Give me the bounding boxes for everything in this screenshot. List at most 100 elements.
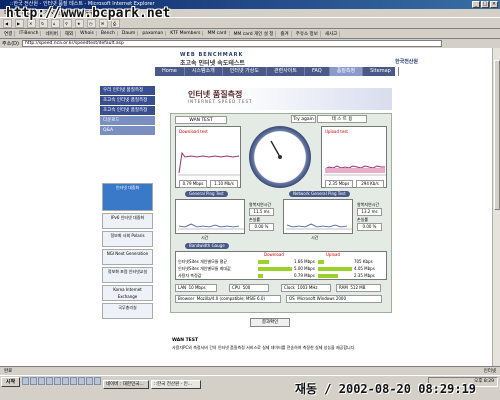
download-line: [178, 151, 240, 176]
loss-value-a: 0.00 %: [249, 223, 274, 231]
bandwidth-row: 인터넷Sites 개인별모듈 평균 1.66 Mbps 705 Kbps: [178, 258, 386, 265]
speed-gauge: [249, 126, 311, 188]
side-ad[interactable]: 국무총리실: [102, 303, 153, 319]
nav-item[interactable]: 시스템소개: [185, 67, 223, 76]
download-bar: [258, 266, 292, 271]
upload-rate: 2.35 Mbps: [325, 180, 353, 188]
side-ad[interactable]: 정보화 사회 Polaris: [102, 231, 153, 247]
result-button[interactable]: 결과확인: [250, 318, 290, 327]
upload-title: Upload test: [325, 129, 348, 134]
test-panel: WAN TEST Try again 테 스 트 용 Download test…: [170, 113, 392, 313]
nav-item[interactable]: 인터넷 가상도: [223, 67, 267, 76]
scrollbar-thumb[interactable]: [494, 60, 500, 210]
side-ad[interactable]: NGI Next Generation: [102, 249, 153, 265]
upload-speed: 294 Kb/s: [356, 180, 384, 188]
tab-wan-test[interactable]: WAN TEST: [175, 116, 227, 124]
download-value: 1.66 Mbps: [293, 259, 315, 264]
link-item[interactable]: 즐겨: [278, 30, 292, 37]
side-ad[interactable]: IPv6 인터넷 대중화: [102, 213, 153, 229]
quick-launch-icon[interactable]: [70, 377, 77, 385]
ping-time-a: 시간: [201, 235, 209, 240]
nav-item[interactable]: 관련사이트: [267, 67, 305, 76]
link-item[interactable]: KTF Members: [168, 31, 204, 36]
loss-value-b: 0.00 %: [357, 223, 382, 231]
quick-launch-icon[interactable]: [78, 377, 85, 385]
bandwidth-row: 사용자 측정값 0.79 Mbps 2.35 Mbps: [178, 272, 386, 279]
link-item[interactable]: MM card 개인 설 정: [232, 30, 277, 37]
bw-header-upload: Upload: [326, 252, 341, 257]
address-input[interactable]: http://speed.nca.or.kr/speedtest/default…: [21, 40, 442, 47]
os-info: OS Microsoft Windows 2000: [286, 295, 382, 303]
status-text: 완료: [4, 369, 13, 374]
side-ad[interactable]: 정보화 포럼 인터넷교실: [102, 267, 153, 283]
address-label: 주소(D): [2, 41, 19, 47]
link-item[interactable]: 주유소 정보: [294, 30, 321, 37]
page-content: WEB BENCHMARK 초고속 인터넷 속도테스트 한국전산원 Home 시스…: [0, 48, 492, 366]
upload-value: 2.35 Mbps: [353, 273, 375, 278]
nav-item[interactable]: FAQ: [305, 67, 330, 76]
ping-graph-b: [283, 199, 353, 234]
link-item[interactable]: Whois: [78, 31, 97, 36]
side-menu-item[interactable]: 우리 인터넷 품질측정: [100, 86, 155, 95]
wan-heading: WAN TEST: [172, 338, 199, 343]
quick-launch-icon[interactable]: [38, 377, 45, 385]
quick-launch-icon[interactable]: [86, 377, 93, 385]
general-ping-label: General Ping Test: [185, 191, 228, 197]
start-button[interactable]: 시작: [1, 377, 20, 387]
quick-launch-icon[interactable]: [46, 377, 53, 385]
bw-header-download: Download: [264, 252, 284, 257]
upload-bar: [317, 259, 324, 264]
side-ad[interactable]: 인터넷 대중화: [102, 183, 153, 211]
maximize-button[interactable]: □: [481, 1, 489, 8]
link-item[interactable]: 새사고: [323, 30, 341, 37]
bw-row-label: 사용자 측정값: [178, 272, 202, 278]
quick-launch: [22, 377, 101, 385]
side-menu-item[interactable]: 다운로드: [100, 116, 155, 125]
lan-info: LAN 10 Mbps: [175, 284, 217, 292]
watermark-text: http://www.bcpark.net: [6, 6, 171, 21]
side-column: 우리 인터넷 품질측정 초고속 인터넷 품질측정 초고속 인터넷 품질측정 다운로드 Q…: [100, 83, 155, 343]
quick-launch-icon[interactable]: [94, 377, 101, 385]
nav-item[interactable]: Home: [155, 67, 185, 76]
window-controls: _ □ ×: [472, 1, 498, 8]
link-item[interactable]: IT-Bench: [17, 31, 42, 36]
gauge-needle: [270, 140, 282, 159]
ping-graph-a: [175, 199, 245, 234]
wan-description: 사용자PC와 측정서버 간의 인터넷 품질측정 서비스로 실제 데이터를 전송하…: [172, 345, 356, 350]
link-item[interactable]: 네이버: [43, 30, 61, 37]
task-button-2[interactable]: ::한국 전산원 - 인...: [151, 380, 201, 389]
bandwidth-gauge-label: Bandwidth Gauge: [185, 243, 229, 249]
side-menu-item[interactable]: 초고속 인터넷 품질측정: [100, 96, 155, 105]
download-title: Download test: [179, 129, 208, 134]
task-button-1[interactable]: 네이버 : 대한민국...: [103, 380, 149, 389]
link-item[interactable]: 해외: [63, 30, 77, 37]
bw-row-label: 인터넷Sites 개인별모듈 최대값: [178, 265, 231, 271]
close-button[interactable]: ×: [490, 1, 498, 8]
link-item[interactable]: Bench: [99, 31, 118, 36]
network-ping-label: Network General Ping Test: [289, 191, 350, 197]
vertical-scrollbar[interactable]: [492, 48, 500, 366]
site-header: WEB BENCHMARK 초고속 인터넷 속도테스트 한국전산원 Home 시스…: [0, 48, 492, 83]
try-again-button[interactable]: Try again: [291, 115, 316, 123]
site-logo-main[interactable]: 초고속 인터넷 속도테스트: [180, 58, 245, 67]
quick-launch-icon[interactable]: [30, 377, 37, 385]
link-item[interactable]: MM card: [205, 31, 230, 36]
link-item[interactable]: paxoman: [140, 31, 167, 36]
side-menu-item[interactable]: Q&A: [100, 126, 155, 135]
quick-launch-icon[interactable]: [22, 377, 29, 385]
download-speed: 1.10 Mb/s: [210, 180, 238, 188]
nav-item[interactable]: Sitemap: [363, 67, 399, 76]
link-item[interactable]: Daum: [120, 31, 139, 36]
test-select[interactable]: 테 스 트 용: [317, 115, 367, 123]
cpu-info: CPU 500: [229, 284, 269, 292]
ping-line-b: [286, 223, 352, 230]
minimize-button[interactable]: _: [472, 1, 480, 8]
upload-value: 4.05 Mbps: [354, 266, 375, 271]
quick-launch-icon[interactable]: [54, 377, 61, 385]
nav-item[interactable]: 품질측정: [329, 67, 364, 76]
side-ad[interactable]: Korea Internet Exchange: [102, 285, 153, 301]
quick-launch-icon[interactable]: [62, 377, 69, 385]
side-menu-item[interactable]: 초고속 인터넷 품질측정: [100, 106, 155, 115]
ping-time-b: 시간: [311, 235, 319, 240]
rtt-value-b: 13.2 ms: [357, 208, 382, 216]
